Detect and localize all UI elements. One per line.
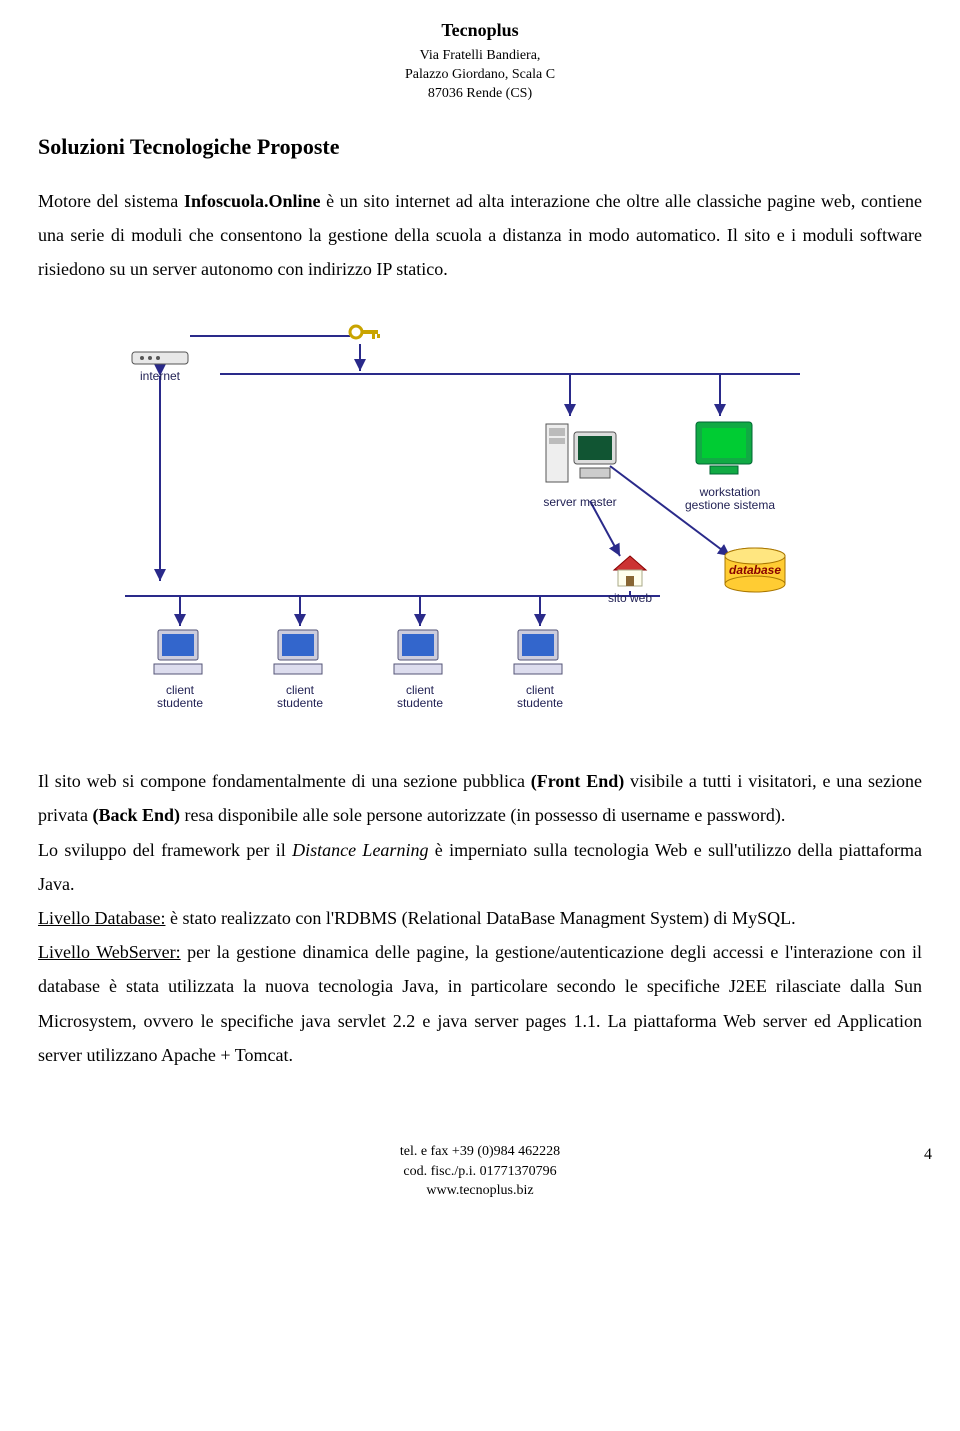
client-studente-icon-2 xyxy=(270,626,330,686)
network-diagram: internet server master workstation gesti… xyxy=(100,306,860,736)
key-icon xyxy=(348,322,382,347)
company-name: Tecnoplus xyxy=(38,20,922,41)
paragraph-frontend-backend: Il sito web si compone fondamentalmente … xyxy=(38,764,922,832)
paragraph-webserver-level: Livello WebServer: per la gestione dinam… xyxy=(38,935,922,1072)
addr-line-3: 87036 Rende (CS) xyxy=(428,86,532,101)
p4-t1: è stato realizzato con l'RDBMS (Relation… xyxy=(165,908,795,928)
workstation-label-2: gestione sistema xyxy=(685,498,775,512)
client-1-line-2: studente xyxy=(157,696,203,710)
internet-label: internet xyxy=(130,370,190,383)
p2-b2-backend: (Back End) xyxy=(92,805,180,825)
paragraph-framework: Lo sviluppo del framework per il Distanc… xyxy=(38,833,922,901)
client-2-line-2: studente xyxy=(277,696,323,710)
p2-t3: resa disponibile alle sole persone autor… xyxy=(180,805,785,825)
p2-b1-frontend: (Front End) xyxy=(531,771,624,791)
section-title: Soluzioni Tecnologiche Proposte xyxy=(38,134,922,160)
page-header: Tecnoplus Via Fratelli Bandiera, Palazzo… xyxy=(38,20,922,104)
footer-www: www.tecnoplus.biz xyxy=(426,1183,533,1198)
workstation-icon xyxy=(690,414,760,489)
p4-u1-livello-database: Livello Database: xyxy=(38,908,165,928)
client-1-line-1: client xyxy=(166,683,194,697)
database-label: database xyxy=(725,564,785,577)
diagram-connections xyxy=(100,306,860,736)
client-studente-label-3: clientstudente xyxy=(388,684,452,710)
page-footer: tel. e fax +39 (0)984 462228 cod. fisc./… xyxy=(38,1142,922,1201)
workstation-label: workstation gestione sistema xyxy=(670,486,790,512)
footer-codfisc: cod. fisc./p.i. 01771370796 xyxy=(403,1164,556,1179)
client-studente-label-2: clientstudente xyxy=(268,684,332,710)
addr-line-1: Via Fratelli Bandiera, xyxy=(420,48,541,63)
client-studente-icon-3 xyxy=(390,626,450,686)
sito-web-icon xyxy=(610,554,650,595)
client-studente-icon-4 xyxy=(510,626,570,686)
client-studente-label-4: clientstudente xyxy=(508,684,572,710)
client-studente-label-1: clientstudente xyxy=(148,684,212,710)
p3-i1-distance-learning: Distance Learning xyxy=(292,840,428,860)
p3-t1: Lo sviluppo del framework per il xyxy=(38,840,292,860)
server-master-icon xyxy=(540,414,620,499)
client-3-line-1: client xyxy=(406,683,434,697)
workstation-label-1: workstation xyxy=(700,485,761,499)
p2-t1: Il sito web si compone fondamentalmente … xyxy=(38,771,531,791)
page-number: 4 xyxy=(924,1144,932,1166)
paragraph-intro: Motore del sistema Infoscuola.Online è u… xyxy=(38,184,922,287)
client-2-line-1: client xyxy=(286,683,314,697)
client-studente-icon-1 xyxy=(150,626,210,686)
p1-bold-product: Infoscuola.Online xyxy=(184,191,321,211)
footer-tel: tel. e fax +39 (0)984 462228 xyxy=(400,1144,560,1159)
client-4-line-2: studente xyxy=(517,696,563,710)
company-address: Via Fratelli Bandiera, Palazzo Giordano,… xyxy=(38,47,922,104)
addr-line-2: Palazzo Giordano, Scala C xyxy=(405,67,555,82)
sito-web-label: sito web xyxy=(600,592,660,605)
p5-u1-livello-webserver: Livello WebServer: xyxy=(38,942,181,962)
client-3-line-2: studente xyxy=(397,696,443,710)
server-master-label: server master xyxy=(530,496,630,509)
client-4-line-1: client xyxy=(526,683,554,697)
paragraph-database-level: Livello Database: è stato realizzato con… xyxy=(38,901,922,935)
p1-text-1: Motore del sistema xyxy=(38,191,184,211)
